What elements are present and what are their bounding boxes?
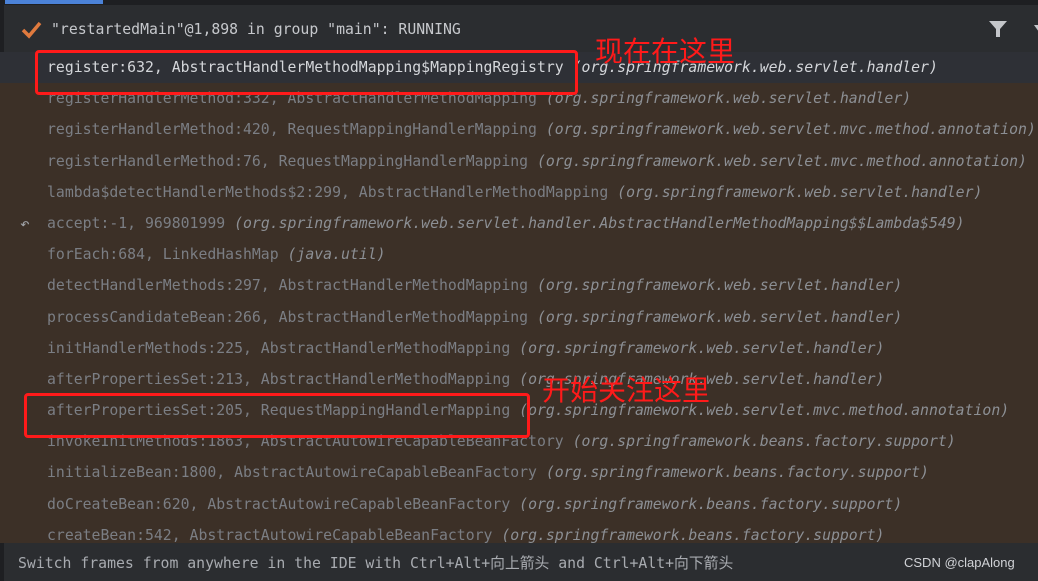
chevron-down-icon[interactable] (1034, 25, 1038, 33)
filter-icon[interactable] (988, 19, 1008, 39)
frame-package: (org.springframework.web.servlet.handler… (519, 339, 885, 357)
frame-package: (java.util) (287, 246, 386, 264)
frame-method: processCandidateBean:266, AbstractHandle… (47, 308, 529, 326)
frame-package: (org.springframework.beans.factory.suppo… (501, 526, 885, 544)
frame-row[interactable]: doCreateBean:620, AbstractAutowireCapabl… (0, 489, 1038, 520)
thread-label[interactable]: "restartedMain"@1,898 in group "main": R… (51, 21, 461, 38)
frame-method: afterPropertiesSet:213, AbstractHandlerM… (47, 370, 511, 388)
frame-method: registerHandlerMethod:76, RequestMapping… (47, 152, 529, 170)
frame-method: accept:-1, 969801999 (47, 214, 226, 232)
frame-method: forEach:684, LinkedHashMap (47, 246, 279, 264)
frame-row[interactable]: detectHandlerMethods:297, AbstractHandle… (0, 270, 1038, 301)
frame-package: (org.springframework.beans.factory.suppo… (572, 433, 956, 451)
frame-method: registerHandlerMethod:420, RequestMappin… (47, 121, 537, 139)
frame-method: doCreateBean:620, AbstractAutowireCapabl… (47, 495, 511, 513)
frame-method: initializeBean:1800, AbstractAutowireCap… (47, 464, 537, 482)
annotation-box-current (35, 50, 578, 95)
frame-row[interactable]: ↶ accept:-1, 969801999 (org.springframewo… (0, 208, 1038, 239)
watermark: CSDN @clapAlong (904, 555, 1015, 570)
frame-package: (org.springframework.web.servlet.handler… (545, 90, 912, 108)
frame-package: (org.springframework.beans.factory.suppo… (545, 464, 929, 482)
frames-list[interactable]: register:632, AbstractHandlerMethodMappi… (0, 52, 1038, 551)
frame-row[interactable]: afterPropertiesSet:213, AbstractHandlerM… (0, 364, 1038, 395)
frame-method: initHandlerMethods:225, AbstractHandlerM… (47, 339, 511, 357)
active-tab-indicator (5, 0, 103, 4)
frame-package: (org.springframework.web.servlet.handler… (617, 183, 983, 201)
frame-package: (org.springframework.web.servlet.mvc.met… (536, 152, 1027, 170)
frame-package: (org.springframework.web.servlet.handler… (536, 277, 903, 295)
frame-package: (org.springframework.beans.factory.suppo… (519, 495, 903, 513)
annotation-box-focus (24, 393, 530, 438)
frame-method: lambda$detectHandlerMethods$2:299, Abstr… (47, 183, 609, 201)
frame-row[interactable]: registerHandlerMethod:76, RequestMapping… (0, 146, 1038, 177)
frame-row[interactable]: initHandlerMethods:225, AbstractHandlerM… (0, 333, 1038, 364)
frame-package: (org.springframework.web.servlet.mvc.met… (545, 121, 1036, 139)
frame-method: createBean:542, AbstractAutowireCapableB… (47, 526, 493, 544)
frame-row[interactable]: registerHandlerMethod:420, RequestMappin… (0, 114, 1038, 145)
frame-method: detectHandlerMethods:297, AbstractHandle… (47, 277, 529, 295)
frame-row[interactable]: lambda$detectHandlerMethods$2:299, Abstr… (0, 177, 1038, 208)
frame-package: (org.springframework.web.servlet.handler… (536, 308, 903, 326)
frame-package: (org.springframework.web.servlet.handler… (234, 214, 965, 232)
annotation-current: 现在在这里 (595, 35, 736, 68)
thread-header[interactable]: "restartedMain"@1,898 in group "main": R… (0, 5, 1038, 52)
frame-row[interactable]: initializeBean:1800, AbstractAutowireCap… (0, 457, 1038, 488)
check-icon (21, 21, 42, 39)
status-hint-bar: Switch frames from anywhere in the IDE w… (0, 543, 1038, 581)
frame-switch-hint: Switch frames from anywhere in the IDE w… (18, 555, 734, 572)
frame-row[interactable]: processCandidateBean:266, AbstractHandle… (0, 302, 1038, 333)
frame-row[interactable]: forEach:684, LinkedHashMap (java.util) (0, 239, 1038, 270)
annotation-focus: 开始关注这里 (542, 374, 711, 407)
return-arrow-icon: ↶ (20, 213, 30, 233)
